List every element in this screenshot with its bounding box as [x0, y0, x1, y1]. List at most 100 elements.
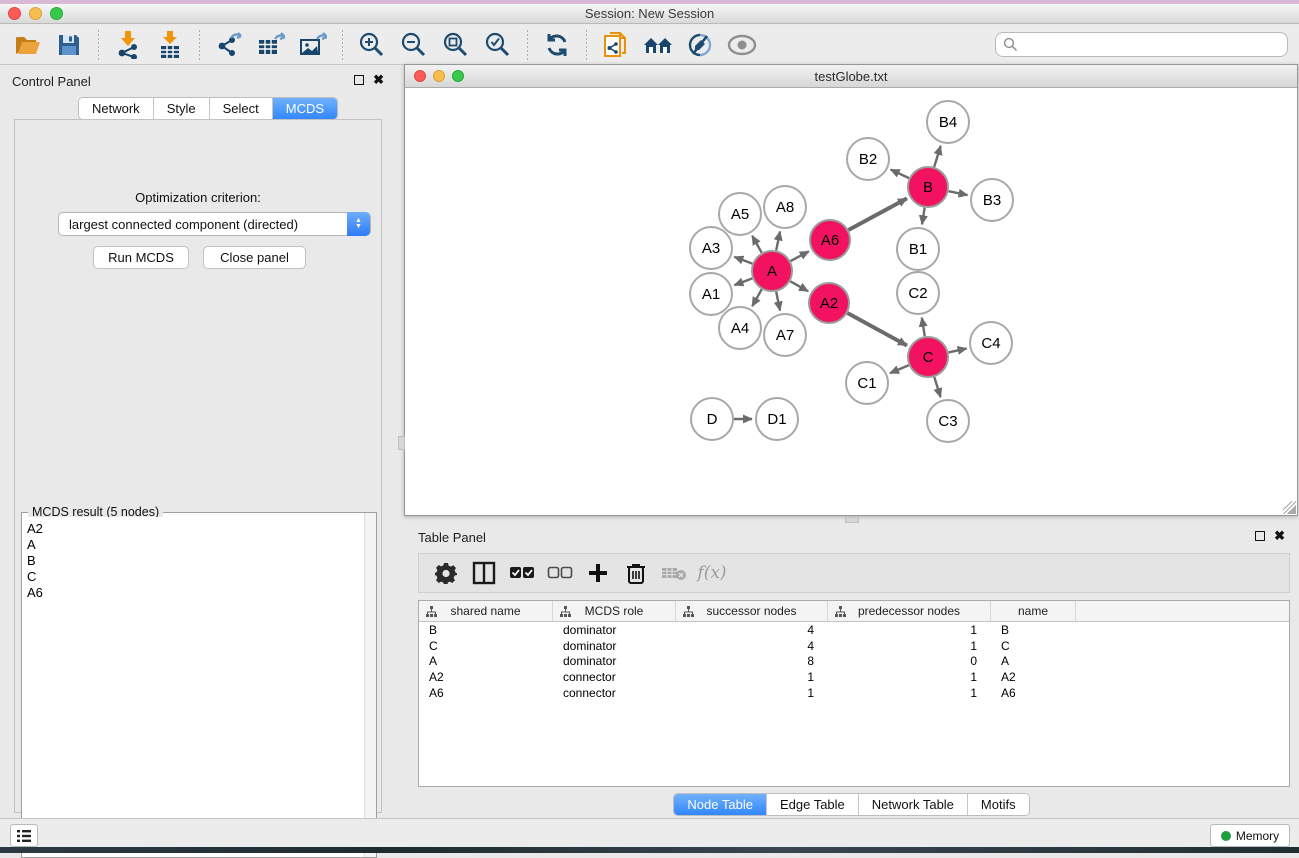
tab-style[interactable]: Style: [154, 98, 210, 119]
save-session-icon[interactable]: [51, 29, 87, 61]
criterion-dropdown[interactable]: largest connected component (directed) ▲…: [58, 212, 371, 236]
edge-B-B2[interactable]: [891, 170, 909, 179]
table-settings-gear-icon[interactable]: [429, 558, 463, 588]
edge-A-A6[interactable]: [791, 251, 809, 261]
result-scrollbar[interactable]: [364, 513, 376, 857]
zoom-in-icon[interactable]: [354, 29, 390, 61]
edge-A-A2[interactable]: [790, 281, 808, 291]
export-network-icon[interactable]: [211, 29, 247, 61]
memory-button[interactable]: Memory: [1210, 824, 1290, 847]
table-cell[interactable]: connector: [553, 686, 676, 700]
edge-B-B3[interactable]: [949, 191, 968, 195]
table-cell[interactable]: A6: [419, 686, 553, 700]
column-header-MCDS-role[interactable]: MCDS role: [553, 601, 676, 621]
table-cell[interactable]: 1: [828, 623, 991, 637]
table-cell[interactable]: C: [991, 639, 1076, 653]
table-cell[interactable]: B: [419, 623, 553, 637]
unselect-all-checkboxes-icon[interactable]: [543, 558, 577, 588]
import-table-icon[interactable]: [152, 29, 188, 61]
edge-C-C4[interactable]: [948, 348, 966, 352]
edge-B-B1[interactable]: [922, 208, 925, 225]
float-panel-icon[interactable]: [354, 75, 364, 85]
table-row[interactable]: Adominator80A: [419, 654, 1289, 670]
table-cell[interactable]: 1: [828, 670, 991, 684]
edge-C-C1[interactable]: [890, 365, 909, 373]
zoom-fit-icon[interactable]: [438, 29, 474, 61]
column-header-successor-nodes[interactable]: successor nodes: [676, 601, 828, 621]
table-cell[interactable]: A2: [991, 670, 1076, 684]
import-network-icon[interactable]: [110, 29, 146, 61]
table-cell[interactable]: A6: [991, 686, 1076, 700]
edge-B-B4[interactable]: [934, 146, 940, 167]
table-cell[interactable]: 0: [828, 654, 991, 668]
run-mcds-button[interactable]: Run MCDS: [93, 246, 189, 269]
table-row[interactable]: A6connector11A6: [419, 685, 1289, 701]
table-cell[interactable]: 1: [676, 686, 828, 700]
splitter-handle-vertical[interactable]: [398, 436, 405, 450]
table-cell[interactable]: A: [991, 654, 1076, 668]
table-cell[interactable]: B: [991, 623, 1076, 637]
open-session-icon[interactable]: [9, 29, 45, 61]
table-cell[interactable]: dominator: [553, 654, 676, 668]
edge-A-A4[interactable]: [752, 289, 761, 306]
edge-A6-B[interactable]: [848, 198, 906, 230]
delete-table-icon[interactable]: [657, 558, 691, 588]
mcds-result-item[interactable]: C: [27, 569, 363, 585]
table-cell[interactable]: 4: [676, 623, 828, 637]
table-cell[interactable]: connector: [553, 670, 676, 684]
search-input[interactable]: [1018, 33, 1287, 56]
edge-A-A1[interactable]: [734, 278, 752, 285]
select-all-checkboxes-icon[interactable]: [505, 558, 539, 588]
column-header-predecessor-nodes[interactable]: predecessor nodes: [828, 601, 991, 621]
new-network-from-selection-icon[interactable]: [598, 29, 634, 61]
tab-network-table[interactable]: Network Table: [859, 794, 968, 815]
table-cell[interactable]: 8: [676, 654, 828, 668]
network-canvas[interactable]: B4B2BB3A5A8A6B1A3AC2A1A2A4A7C4CC1DD1C3: [405, 89, 1297, 515]
table-cell[interactable]: 1: [676, 670, 828, 684]
export-table-icon[interactable]: [253, 29, 289, 61]
table-cell[interactable]: 1: [828, 639, 991, 653]
table-row[interactable]: Bdominator41B: [419, 622, 1289, 638]
table-cell[interactable]: 1: [828, 686, 991, 700]
export-image-icon[interactable]: [295, 29, 331, 61]
edge-A-A5[interactable]: [752, 236, 761, 253]
delete-trash-icon[interactable]: [619, 558, 653, 588]
edge-A2-C[interactable]: [847, 313, 906, 345]
show-column-icon[interactable]: [467, 558, 501, 588]
column-header-shared-name[interactable]: shared name: [419, 601, 553, 621]
close-table-panel-icon[interactable]: ✖: [1274, 531, 1285, 541]
edge-A-A3[interactable]: [734, 257, 752, 264]
show-hide-eye-icon[interactable]: [724, 29, 760, 61]
table-row[interactable]: Cdominator41C: [419, 638, 1289, 654]
table-cell[interactable]: 4: [676, 639, 828, 653]
resize-grip[interactable]: [1283, 501, 1296, 514]
tab-mcds[interactable]: MCDS: [273, 98, 337, 119]
close-panel-button[interactable]: Close panel: [203, 246, 306, 269]
first-neighbors-icon[interactable]: [640, 29, 676, 61]
edge-A-A7[interactable]: [776, 292, 780, 311]
zoom-out-icon[interactable]: [396, 29, 432, 61]
table-row[interactable]: A2connector11A2: [419, 669, 1289, 685]
float-table-panel-icon[interactable]: [1255, 531, 1265, 541]
close-panel-icon[interactable]: ✖: [373, 75, 384, 85]
edge-A-A8[interactable]: [776, 231, 780, 250]
table-cell[interactable]: C: [419, 639, 553, 653]
table-cell[interactable]: A2: [419, 670, 553, 684]
table-cell[interactable]: dominator: [553, 639, 676, 653]
tab-node-table[interactable]: Node Table: [674, 794, 767, 815]
zoom-selected-icon[interactable]: [480, 29, 516, 61]
add-icon[interactable]: [581, 558, 615, 588]
column-header-name[interactable]: name: [991, 601, 1076, 621]
task-history-button[interactable]: [10, 824, 38, 847]
edge-C-C3[interactable]: [934, 377, 940, 397]
mcds-result-item[interactable]: A2: [27, 521, 363, 537]
mcds-result-item[interactable]: B: [27, 553, 363, 569]
toggle-graphics-details-icon[interactable]: [682, 29, 718, 61]
mcds-result-item[interactable]: A: [27, 537, 363, 553]
table-cell[interactable]: dominator: [553, 623, 676, 637]
tab-motifs[interactable]: Motifs: [968, 794, 1029, 815]
tab-network[interactable]: Network: [79, 98, 154, 119]
tab-select[interactable]: Select: [210, 98, 273, 119]
tab-edge-table[interactable]: Edge Table: [767, 794, 859, 815]
refresh-view-icon[interactable]: [539, 29, 575, 61]
